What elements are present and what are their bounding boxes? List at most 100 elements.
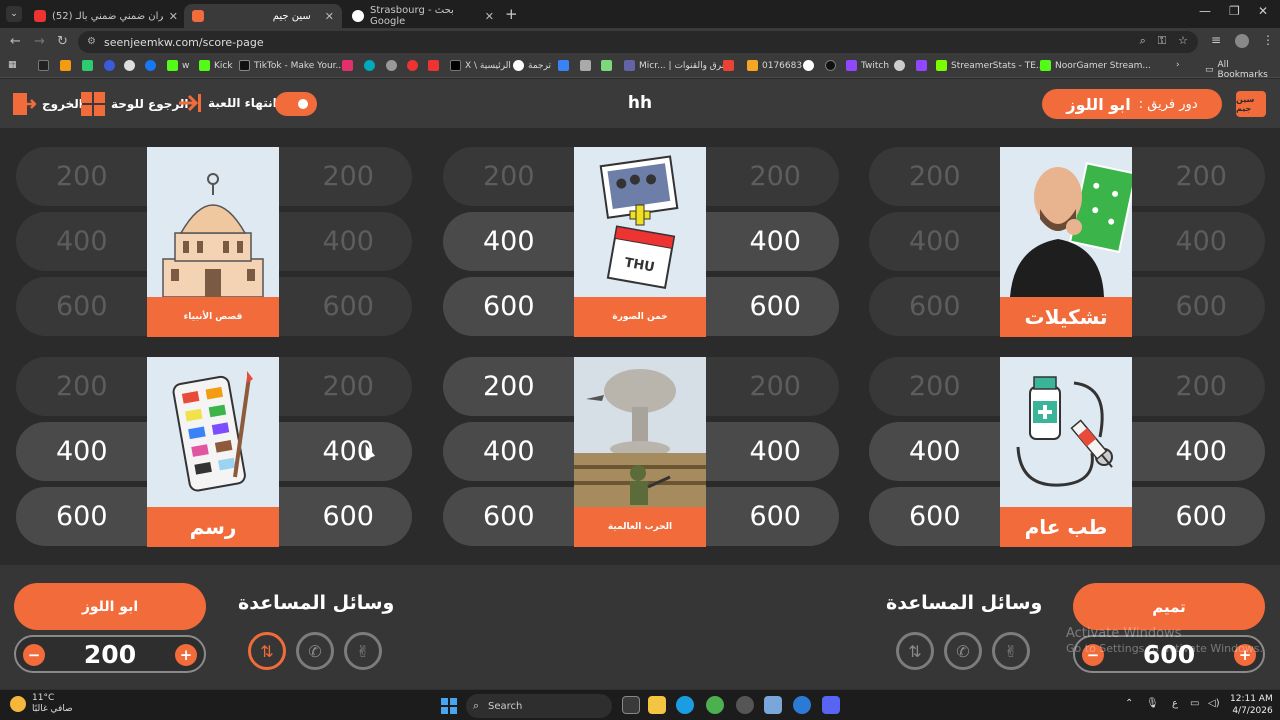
site-info-icon[interactable]: ⚙ — [87, 36, 96, 47]
bookmark-favicon[interactable] — [145, 60, 156, 71]
taskbar-search[interactable]: ⌕ Search — [466, 694, 612, 718]
bookmark-favicon[interactable] — [825, 60, 836, 71]
apps-grid-icon[interactable]: ▦ — [8, 60, 17, 70]
folder-icon: ▭ — [1205, 65, 1214, 75]
system-clock[interactable]: 12:11 AM 4/7/2026 — [1230, 693, 1273, 717]
minimize-button[interactable]: — — [1199, 4, 1211, 18]
bookmark-favicon[interactable] — [60, 60, 71, 71]
reload-icon[interactable]: ↻ — [57, 34, 68, 49]
bookmark-star-icon[interactable]: ☆ — [1178, 34, 1188, 48]
sound-toggle[interactable] — [275, 92, 317, 116]
maximize-button[interactable]: ❐ — [1229, 4, 1240, 18]
bookmark-favicon[interactable] — [124, 60, 135, 71]
category-name: تشكيلات — [1000, 297, 1132, 337]
bookmark-favicon[interactable] — [558, 60, 569, 71]
all-bookmarks-button[interactable]: ▭ All Bookmarks — [1205, 60, 1280, 80]
google-icon — [352, 10, 364, 22]
victory-hand-aid-icon[interactable]: ✌ — [344, 632, 382, 670]
network-icon[interactable]: ▭ — [1190, 698, 1199, 709]
bookmark-favicon[interactable] — [580, 60, 591, 71]
chevron-right-icon[interactable]: › — [1176, 60, 1180, 70]
app-icon[interactable] — [793, 696, 811, 714]
media-controls-icon[interactable]: ≡ — [1211, 33, 1221, 47]
category-card: تشكيلات — [1000, 147, 1132, 337]
bookmark-twitch[interactable]: Twitch — [846, 60, 889, 71]
bookmark-tiktok[interactable]: TikTok - Make Your... — [239, 60, 344, 71]
turn-prefix: دور فريق : — [1138, 96, 1198, 112]
category-card: طب عام — [1000, 357, 1132, 547]
team-name-left: ابو اللوز — [14, 583, 206, 630]
input-language[interactable]: ع — [1172, 698, 1178, 709]
forward-arrow-icon[interactable]: → — [34, 34, 45, 49]
minus-button-left[interactable]: − — [23, 644, 45, 666]
exit-button[interactable]: الخروج — [12, 92, 83, 116]
plus-button-left[interactable]: + — [175, 644, 197, 666]
tab-search-button[interactable]: ⌄ — [6, 6, 22, 22]
close-window-button[interactable]: ✕ — [1258, 4, 1268, 18]
all-bookmarks-label: All Bookmarks — [1217, 60, 1268, 80]
back-arrow-icon[interactable]: ← — [10, 34, 21, 49]
tray-chevron-icon[interactable]: ⌃ — [1125, 698, 1133, 709]
photos-icon[interactable] — [764, 696, 782, 714]
back-to-board-button[interactable]: الرجوع للوحة — [81, 92, 188, 116]
url-bar[interactable]: ⚙ seenjeemkw.com/score-page ⌕ ⚿ ☆ — [78, 31, 1198, 53]
phone-call-aid-icon[interactable]: ✆ — [296, 632, 334, 670]
discord-icon[interactable] — [822, 696, 840, 714]
bookmark-favicon[interactable] — [894, 60, 905, 71]
bookmark-favicon[interactable] — [601, 60, 612, 71]
volume-icon[interactable]: ◁) — [1208, 698, 1220, 709]
obs-icon[interactable] — [736, 696, 754, 714]
swap-aid-icon[interactable]: ⇅ — [896, 632, 934, 670]
zoom-icon[interactable]: ⌕ — [1140, 34, 1146, 48]
phone-call-aid-icon[interactable]: ✆ — [944, 632, 982, 670]
weather-widget[interactable]: 11°C صافي غالبًا — [10, 693, 73, 715]
bookmark-favicon[interactable] — [803, 60, 814, 71]
file-explorer-icon[interactable] — [648, 696, 666, 714]
close-tab-icon[interactable]: ✕ — [485, 10, 494, 23]
start-button[interactable] — [441, 698, 457, 714]
team-name-text: ابو اللوز — [81, 598, 139, 615]
browser-tab-youtube[interactable]: (52) فتي نجران ضمني ضمني بالـ ✕ — [26, 4, 186, 28]
end-game-button[interactable]: انتهاء اللعبة — [178, 92, 277, 114]
bookmark-number[interactable]: 0176683 — [747, 60, 802, 71]
bookmark-x[interactable]: X \ الرئيسية — [450, 60, 511, 71]
bookmark-favicon[interactable] — [38, 60, 49, 71]
victory-hand-aid-icon[interactable]: ✌ — [992, 632, 1030, 670]
bookmark-favicon[interactable] — [407, 60, 418, 71]
task-view-icon[interactable] — [622, 696, 640, 714]
bookmark-kick-w[interactable]: w — [167, 60, 189, 71]
bookmark-favicon[interactable] — [428, 60, 439, 71]
browser-tab-seenjeem[interactable]: سين جيم ✕ — [184, 4, 342, 28]
microphone-icon[interactable]: 🎙 — [1146, 698, 1159, 709]
turn-indicator: دور فريق : ابو اللوز — [1042, 89, 1222, 119]
swap-aid-icon[interactable]: ⇅ — [248, 632, 286, 670]
windows-taskbar: 11°C صافي غالبًا ⌕ Search ⌃ 🎙 ع ▭ ◁) 12:… — [0, 689, 1280, 720]
bookmark-favicon[interactable] — [364, 60, 375, 71]
bookmark-teams[interactable]: Micr... | الفرق والقنوات — [624, 60, 732, 71]
bookmark-favicon[interactable] — [104, 60, 115, 71]
browser-tab-google[interactable]: Strasbourg - بحث Google ✕ — [344, 4, 502, 28]
category-card: THU خمن الصورة — [574, 147, 706, 337]
bookmark-favicon[interactable] — [342, 60, 353, 71]
bookmark-streamerstats[interactable]: StreamerStats - TE... — [936, 60, 1045, 71]
category-prophets-stories: 200 400 600 200 400 600 قصص الأنبياء — [16, 147, 412, 337]
bookmark-kick[interactable]: Kick — [199, 60, 233, 71]
close-tab-icon[interactable]: ✕ — [325, 10, 334, 23]
game-header: الخروج الرجوع للوحة انتهاء اللعبة hh دور… — [0, 79, 1280, 128]
bookmark-translate[interactable]: ترجمة — [513, 60, 551, 71]
bookmark-favicon[interactable] — [82, 60, 93, 71]
clock-date: 4/7/2026 — [1232, 706, 1273, 716]
bookmark-favicon[interactable] — [386, 60, 397, 71]
chrome-icon[interactable] — [706, 696, 724, 714]
paint-palette-icon — [147, 357, 279, 507]
profile-avatar[interactable] — [1235, 34, 1249, 48]
bookmark-noorgamer[interactable]: NoorGamer Stream... — [1040, 60, 1151, 71]
bookmark-favicon[interactable] — [916, 60, 927, 71]
new-tab-button[interactable]: + — [505, 5, 518, 23]
password-key-icon[interactable]: ⚿ — [1158, 34, 1166, 48]
bookmark-favicon[interactable] — [723, 60, 734, 71]
close-tab-icon[interactable]: ✕ — [169, 10, 178, 23]
watermark-line1: Activate Windows — [1066, 626, 1182, 641]
edge-icon[interactable] — [676, 696, 694, 714]
menu-dots-icon[interactable]: ⋮ — [1262, 33, 1274, 47]
